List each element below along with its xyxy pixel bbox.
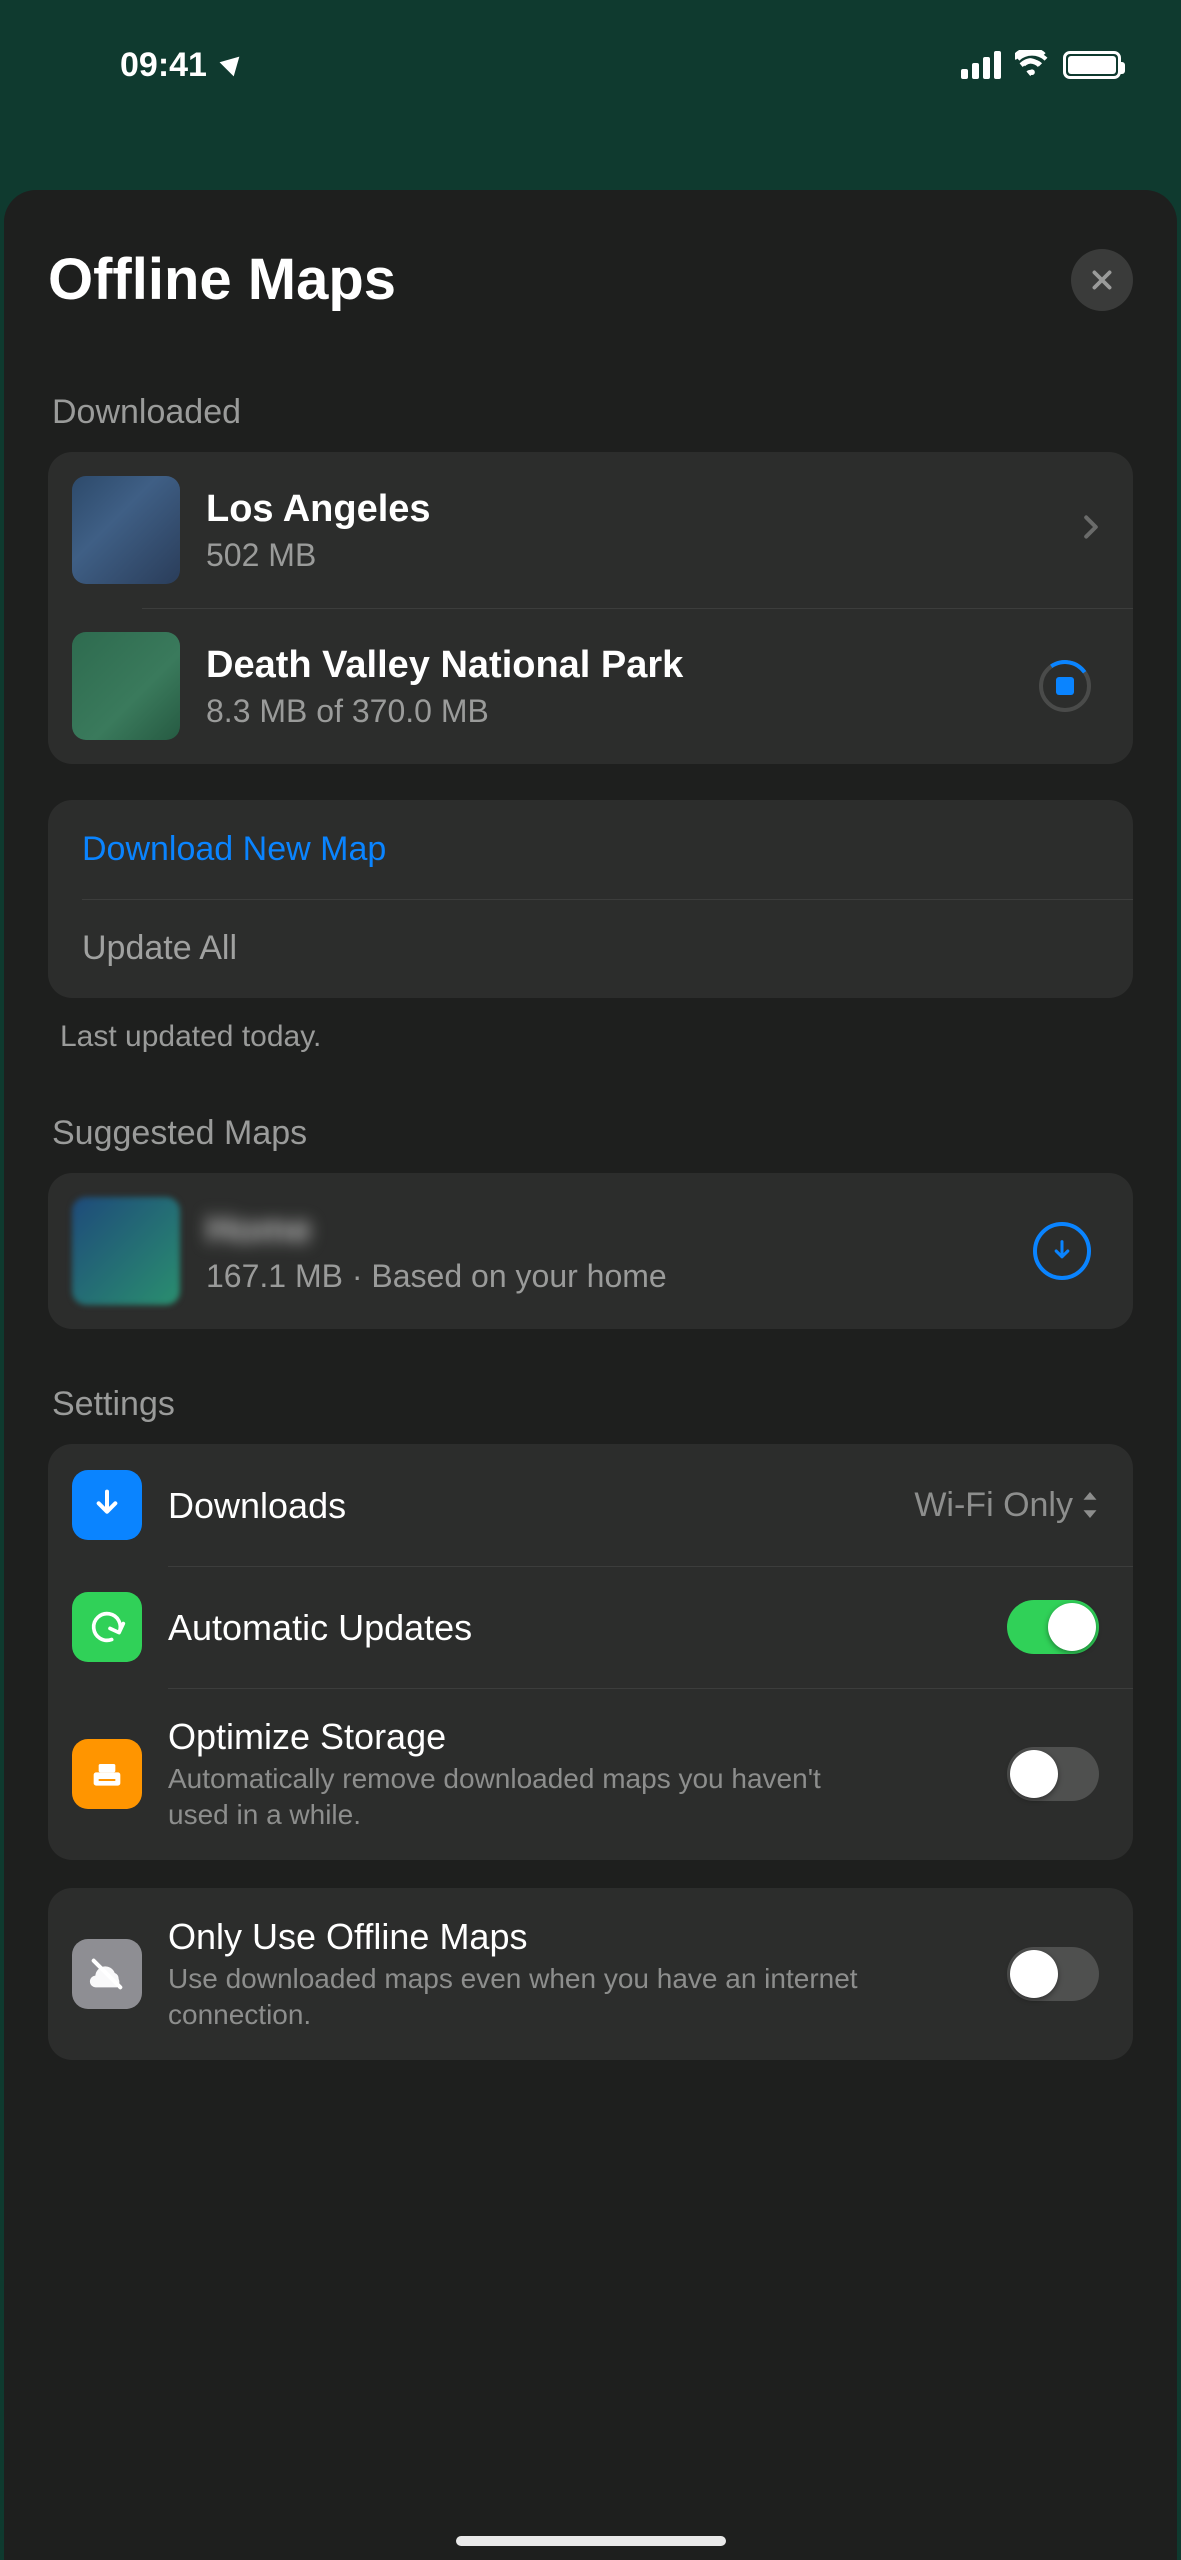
optimize-storage-toggle[interactable] — [1007, 1747, 1099, 1801]
suggested-group: Home 167.1 MB · Based on your home — [48, 1173, 1133, 1329]
setting-description: Use downloaded maps even when you have a… — [168, 1961, 888, 2034]
stop-icon — [1056, 677, 1074, 695]
settings-group: Downloads Wi-Fi Only Automatic Updates — [48, 1444, 1133, 1860]
section-label-suggested: Suggested Maps — [4, 1114, 1177, 1173]
downloaded-item-title: Los Angeles — [206, 486, 1057, 534]
setting-title: Optimize Storage — [168, 1714, 981, 1759]
optimize-storage-icon — [72, 1739, 142, 1809]
downloaded-group: Los Angeles 502 MB Death Valley National… — [48, 452, 1133, 764]
suggested-item-title: Home — [206, 1207, 1007, 1255]
automatic-updates-icon — [72, 1592, 142, 1662]
last-updated-note: Last updated today. — [4, 998, 1177, 1114]
cellular-icon — [961, 51, 1001, 79]
automatic-updates-toggle[interactable] — [1007, 1600, 1099, 1654]
close-button[interactable] — [1071, 249, 1133, 311]
setting-title: Automatic Updates — [168, 1605, 981, 1650]
section-label-downloaded: Downloaded — [4, 393, 1177, 452]
download-new-map-button[interactable]: Download New Map — [48, 800, 1133, 899]
up-down-icon — [1081, 1492, 1099, 1518]
setting-description: Automatically remove downloaded maps you… — [168, 1761, 888, 1834]
downloaded-item-los-angeles[interactable]: Los Angeles 502 MB — [48, 452, 1133, 608]
offline-only-toggle[interactable] — [1007, 1947, 1099, 2001]
chevron-right-icon — [1083, 514, 1099, 547]
setting-downloads[interactable]: Downloads Wi-Fi Only — [48, 1444, 1133, 1566]
map-thumbnail — [72, 632, 180, 740]
downloaded-item-death-valley[interactable]: Death Valley National Park 8.3 MB of 370… — [48, 608, 1133, 764]
offline-only-icon — [72, 1939, 142, 2009]
location-icon — [220, 50, 247, 77]
download-icon — [1048, 1237, 1076, 1265]
downloads-icon — [72, 1470, 142, 1540]
page-title: Offline Maps — [48, 246, 396, 313]
setting-title: Downloads — [168, 1483, 888, 1528]
setting-only-offline: Only Use Offline Maps Use downloaded map… — [48, 1888, 1133, 2060]
section-label-settings: Settings — [4, 1385, 1177, 1444]
status-time: 09:41 — [120, 46, 207, 85]
close-icon — [1089, 267, 1115, 293]
map-thumbnail — [72, 476, 180, 584]
downloaded-item-size: 502 MB — [206, 537, 1057, 574]
setting-title: Only Use Offline Maps — [168, 1914, 981, 1959]
wifi-icon — [1015, 46, 1049, 85]
suggested-item[interactable]: Home 167.1 MB · Based on your home — [48, 1173, 1133, 1329]
update-all-button[interactable]: Update All — [48, 899, 1133, 998]
map-thumbnail — [72, 1197, 180, 1305]
battery-icon — [1063, 51, 1121, 79]
settings-group-2: Only Use Offline Maps Use downloaded map… — [48, 1888, 1133, 2060]
download-progress-stop-button[interactable] — [1039, 660, 1091, 712]
suggested-item-subtitle: 167.1 MB · Based on your home — [206, 1258, 1007, 1295]
status-bar: 09:41 — [0, 0, 1181, 130]
setting-optimize-storage: Optimize Storage Automatically remove do… — [48, 1688, 1133, 1860]
home-indicator[interactable] — [456, 2536, 726, 2546]
downloaded-item-progress: 8.3 MB of 370.0 MB — [206, 693, 1013, 730]
download-button[interactable] — [1033, 1222, 1091, 1280]
setting-automatic-updates: Automatic Updates — [48, 1566, 1133, 1688]
offline-maps-sheet: Offline Maps Downloaded Los Angeles 502 … — [4, 190, 1177, 2560]
downloaded-actions-group: Download New Map Update All — [48, 800, 1133, 998]
setting-value: Wi-Fi Only — [914, 1486, 1099, 1525]
downloaded-item-title: Death Valley National Park — [206, 642, 1013, 690]
